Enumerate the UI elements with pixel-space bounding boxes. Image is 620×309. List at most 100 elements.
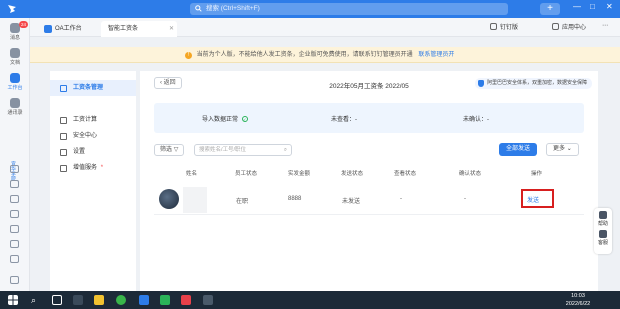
- more-label: 更多: [553, 146, 566, 152]
- table-row: 在职 8888 未发送 - - 发送: [154, 185, 584, 215]
- col-name: 姓名: [186, 171, 198, 177]
- contact-admin-link[interactable]: 联系管理员开: [418, 52, 454, 58]
- video-icon[interactable]: [10, 240, 19, 248]
- help-float-panel: 帮助 客服: [594, 208, 612, 254]
- new-dot-icon: *: [100, 165, 104, 171]
- clock-time: 10:03: [571, 293, 585, 299]
- sidebar-item-contacts[interactable]: 通讯录: [2, 96, 28, 118]
- system-clock[interactable]: 10:03 2022/6/22: [555, 292, 601, 308]
- dingding-version-button[interactable]: 钉钉版: [490, 22, 518, 31]
- app-icon[interactable]: [203, 295, 213, 305]
- more-dropdown-button[interactable]: 更多 ⌄: [546, 143, 579, 156]
- browser-icon[interactable]: [116, 295, 126, 305]
- chevron-down-icon: ⌄: [566, 146, 572, 152]
- tab-bar: OA工作台 智能工资条 ✕ 钉钉版 应用中心 ⋯: [30, 18, 620, 37]
- app-icon[interactable]: [73, 295, 83, 305]
- filter-label: 筛选: [160, 147, 173, 153]
- task-view-icon[interactable]: [52, 295, 62, 305]
- file-explorer-icon[interactable]: [94, 295, 104, 305]
- check-circle-icon: ✓: [241, 116, 248, 122]
- taskbar-search-icon[interactable]: ⌕: [31, 295, 36, 305]
- tab-label: 智能工资条: [108, 26, 139, 32]
- tab-oa-workbench[interactable]: OA工作台: [38, 21, 90, 37]
- security-label: 阿里巴巴安全体系，双重加密，数据安全保障: [486, 80, 587, 86]
- sidebar-item-docs[interactable]: 文档: [2, 46, 28, 68]
- send-all-button[interactable]: 全部发送: [499, 143, 538, 156]
- import-status-label: 导入数据正常: [202, 117, 239, 123]
- tab-label: OA工作台: [55, 26, 82, 32]
- more-options-icon[interactable]: ⋯: [602, 22, 608, 29]
- warning-icon: !: [185, 52, 192, 59]
- contacts-icon: [10, 98, 20, 108]
- module-label: 工资计算: [73, 117, 98, 123]
- title-bar: 搜索 (Ctrl+Shift+F) + — □ ✕: [0, 0, 620, 18]
- sidebar-item-label: 消息: [9, 35, 20, 41]
- col-actions: 操作: [531, 171, 543, 177]
- wps-icon[interactable]: [181, 295, 191, 305]
- app-center-button[interactable]: 应用中心: [552, 22, 586, 31]
- confirm-status-cell: -: [464, 196, 466, 202]
- pin-icon: [490, 23, 497, 30]
- module-settings[interactable]: 设置: [50, 144, 136, 160]
- module-security-center[interactable]: 安全中心: [50, 128, 136, 144]
- security-info-badge[interactable]: 阿里巴巴安全体系，双重加密，数据安全保障: [474, 78, 592, 89]
- module-payslip-management[interactable]: 工资条管理: [50, 80, 136, 96]
- tab-smart-payslip[interactable]: 智能工资条 ✕: [101, 21, 177, 37]
- lightning-icon[interactable]: [10, 210, 19, 218]
- module-label: 工资条管理: [73, 85, 104, 91]
- oa-icon: [44, 25, 52, 33]
- document-icon: [10, 48, 20, 58]
- help-label: 帮助: [597, 221, 608, 227]
- sidebar-item-messages[interactable]: 24 消息: [2, 21, 28, 43]
- left-sidebar: 24 消息 文档 工作台 通讯录 宜华学院: [0, 18, 30, 291]
- unviewed-count: 未查看：-: [331, 117, 357, 123]
- module-nav: 工资条管理 工资计算 安全中心 设置 增值服务 *: [50, 71, 136, 291]
- close-tab-icon[interactable]: ✕: [169, 21, 174, 37]
- windows-taskbar: ⌕ 10:03 2022/6/22: [0, 291, 620, 309]
- wechat-icon[interactable]: [160, 295, 170, 305]
- status-summary: 导入数据正常 ✓ 未查看：- 未确认：-: [154, 103, 584, 133]
- employee-status-cell: 在职: [236, 199, 249, 205]
- module-label: 设置: [73, 149, 86, 155]
- diamond-icon: [60, 165, 67, 172]
- help-icon: [599, 211, 607, 219]
- search-icon: [195, 5, 202, 17]
- customer-service-button[interactable]: 客服: [594, 230, 612, 246]
- module-label: 增值服务: [73, 165, 98, 171]
- filter-funnel-icon: ▽: [173, 147, 179, 153]
- module-salary-calc[interactable]: 工资计算: [50, 112, 136, 128]
- cloud-icon[interactable]: [10, 225, 19, 233]
- dingtalk-logo-icon: [8, 5, 16, 13]
- col-amount: 实发金额: [288, 171, 311, 177]
- maximize-button[interactable]: □: [590, 2, 595, 11]
- table-header: 姓名 员工状态 实发金额 发送状态 查看状态 确认状态 操作: [154, 169, 584, 179]
- grid-icon: [10, 73, 20, 83]
- help-button[interactable]: 帮助: [594, 211, 612, 227]
- avatar: [159, 189, 179, 209]
- dingtalk-taskbar-icon[interactable]: [139, 295, 149, 305]
- minimize-button[interactable]: —: [573, 2, 581, 11]
- view-status-cell: -: [400, 196, 402, 202]
- module-value-added-services[interactable]: 增值服务 *: [50, 160, 136, 176]
- employee-search-input[interactable]: 搜索姓名/工号/职位 ⌕: [194, 144, 292, 156]
- calculator-icon: [60, 117, 67, 124]
- apps-icon[interactable]: [10, 255, 19, 263]
- close-button[interactable]: ✕: [606, 2, 613, 11]
- import-status: 导入数据正常 ✓: [202, 114, 248, 123]
- calendar-icon[interactable]: [10, 180, 19, 188]
- create-plus-button[interactable]: +: [540, 3, 560, 15]
- dingding-version-label: 钉钉版: [500, 25, 519, 31]
- mail-icon[interactable]: [10, 195, 19, 203]
- highlight-annotation-box: [521, 189, 554, 208]
- global-search-input[interactable]: 搜索 (Ctrl+Shift+F): [190, 3, 508, 15]
- filter-button[interactable]: 筛选 ▽: [154, 144, 185, 156]
- sidebar-item-workbench[interactable]: 工作台: [2, 71, 28, 93]
- search-icon: ⌕: [283, 147, 287, 153]
- payslip-main-panel: ‹ 返回 2022年05月工资条 2022/05 阿里巴巴安全体系，双重加密，数…: [140, 71, 598, 291]
- col-confirm-status: 确认状态: [459, 171, 482, 177]
- employee-name-cell: [183, 187, 207, 213]
- more-menu-icon[interactable]: [10, 276, 19, 284]
- employee-search-placeholder: 搜索姓名/工号/职位: [199, 147, 247, 153]
- star-icon[interactable]: [10, 165, 19, 173]
- windows-start-icon[interactable]: [8, 295, 18, 305]
